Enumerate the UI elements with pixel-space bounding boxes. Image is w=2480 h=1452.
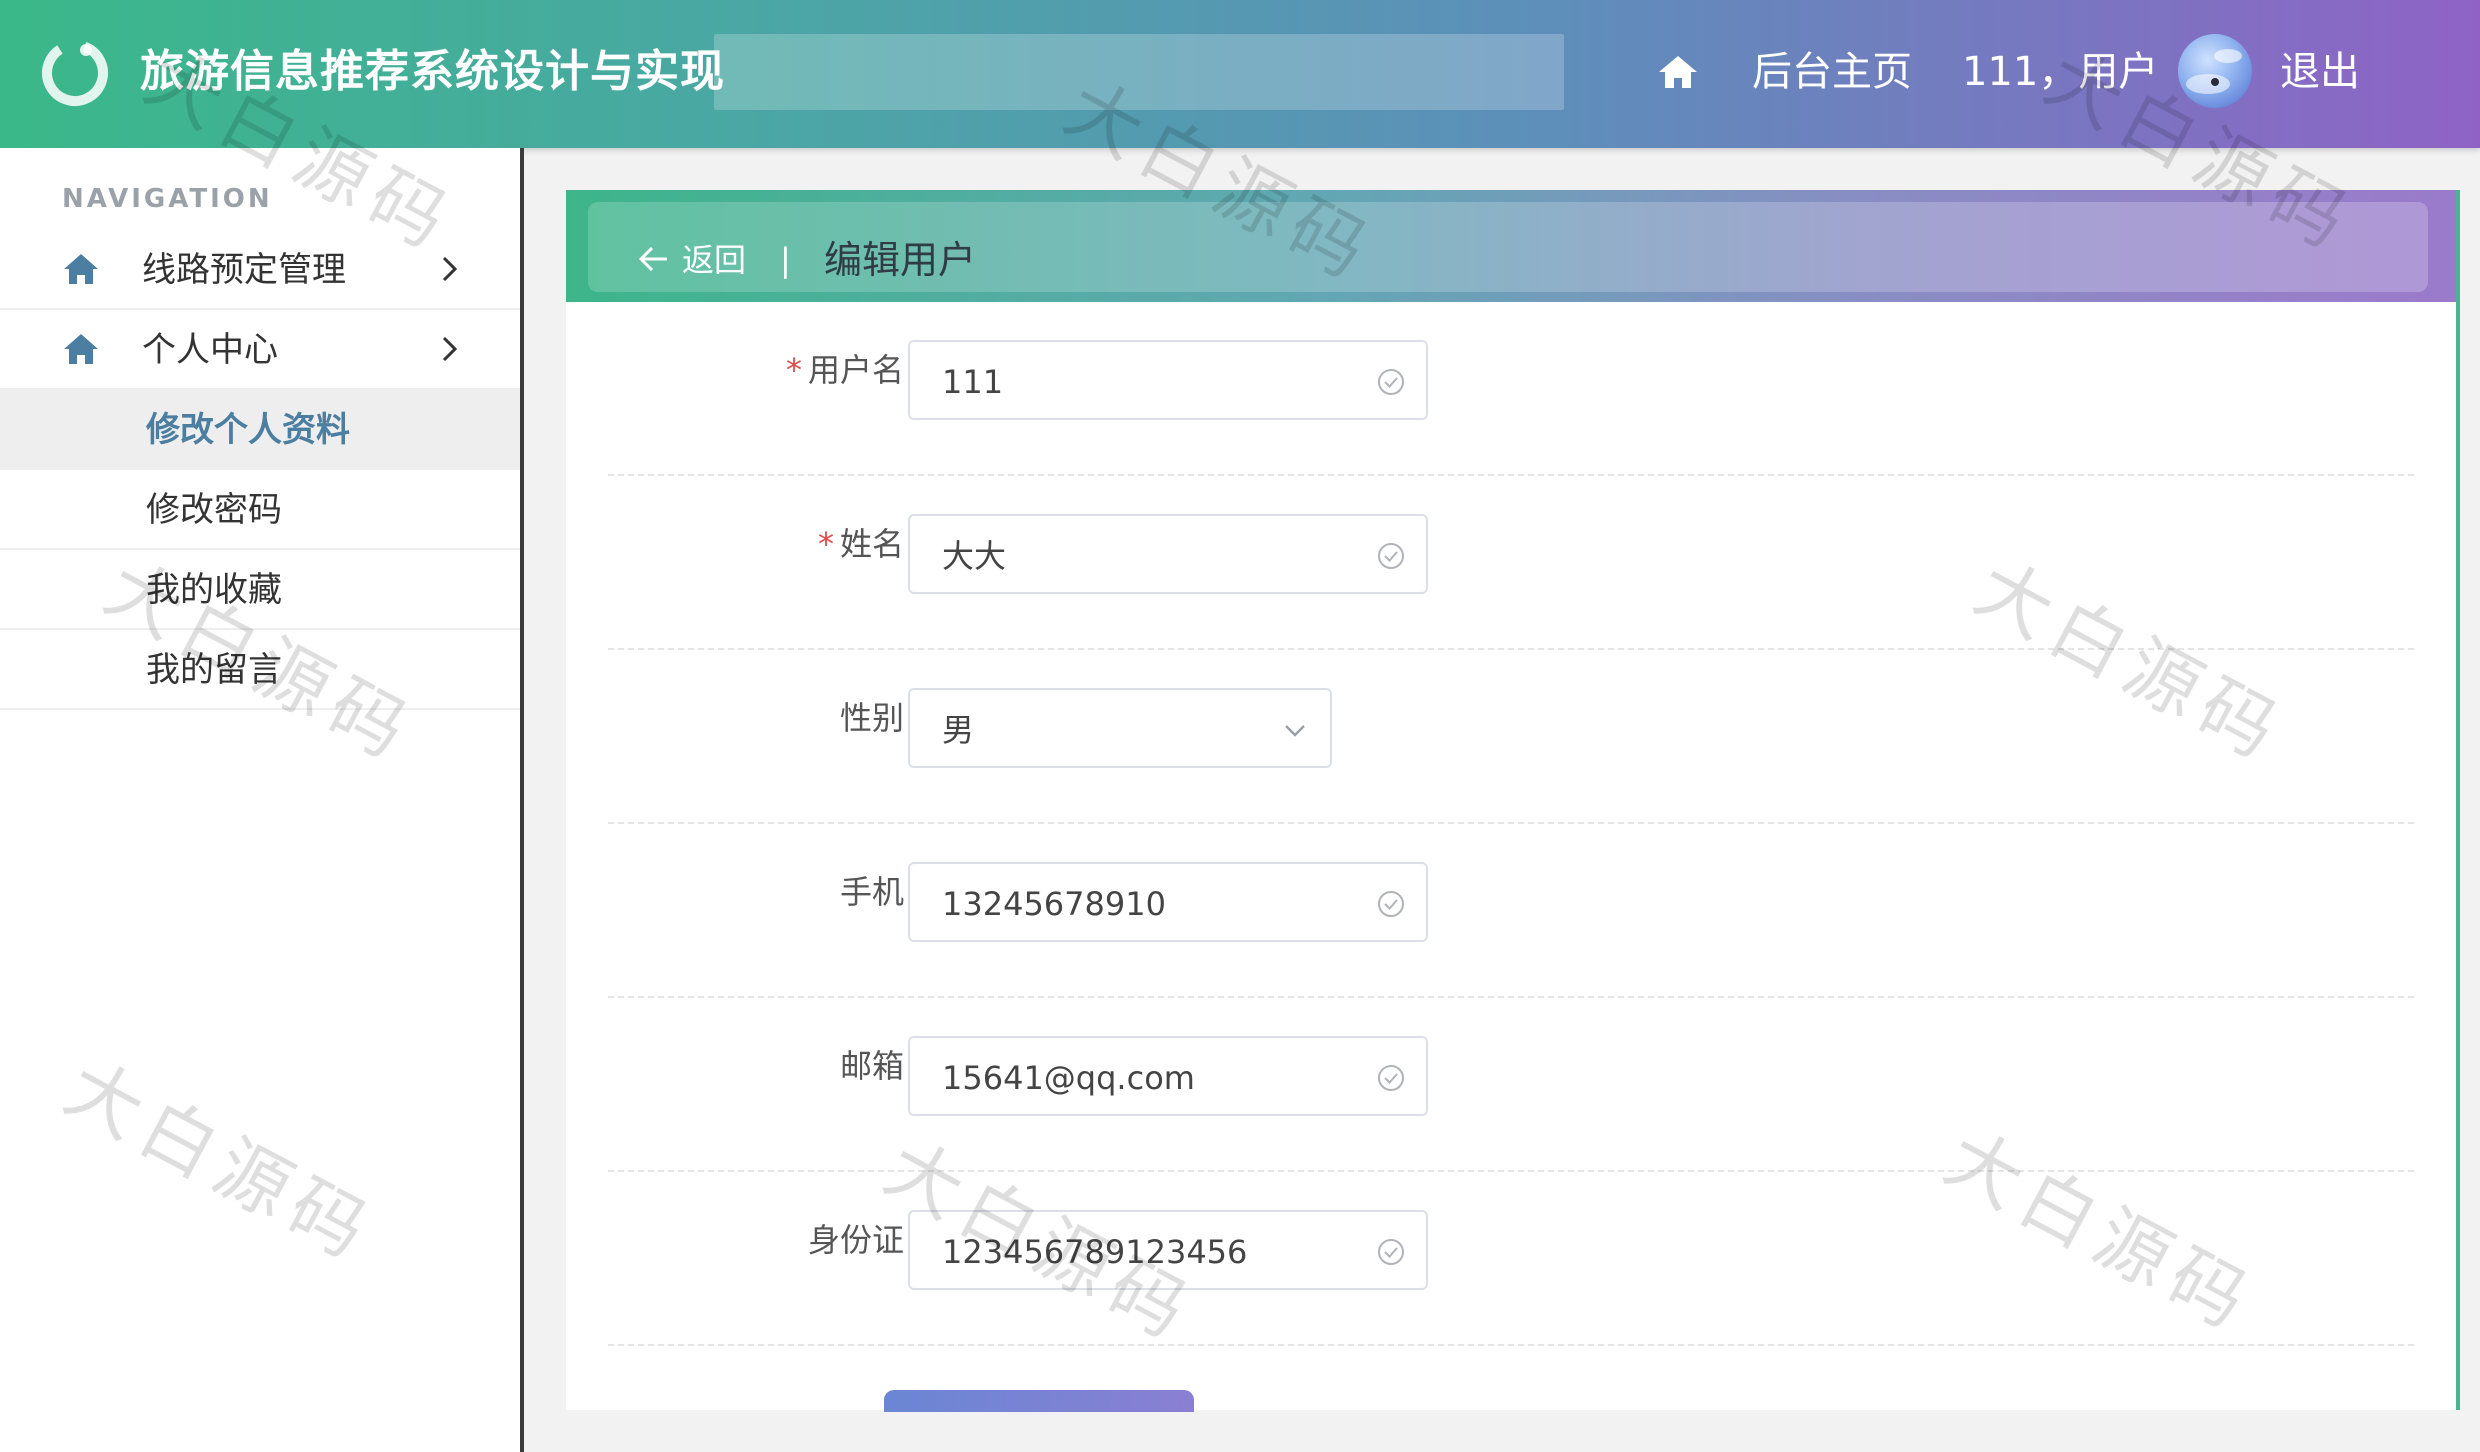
form-row-phone: 手机 13245678910	[608, 824, 2414, 998]
logout-button[interactable]: 退出	[2280, 40, 2360, 104]
form-row-gender: 性别 男	[608, 650, 2414, 824]
chevron-right-icon	[442, 256, 458, 282]
top-header: 旅游信息推荐系统设计与实现 后台主页 111，用户 退出	[0, 0, 2480, 148]
sidebar-subitem-my-messages[interactable]: 我的留言	[0, 630, 520, 710]
avatar-image	[2186, 49, 2242, 94]
sidebar-item-label: 个人中心	[142, 330, 278, 370]
form-row-id-card: 身份证 123456789123456	[608, 1172, 2414, 1346]
name-value: 大大	[942, 537, 1007, 575]
form-row-email: 邮箱 15641@qq.com	[608, 998, 2414, 1172]
gender-select[interactable]: 男	[908, 688, 1332, 768]
admin-home-link[interactable]: 后台主页	[1752, 40, 1912, 104]
card-header: 返回 | 编辑用户	[566, 190, 2456, 302]
sidebar-subitem-my-favorites[interactable]: 我的收藏	[0, 550, 520, 630]
phone-label: 手机	[839, 873, 904, 911]
phone-input[interactable]: 13245678910	[908, 862, 1428, 942]
breadcrumb: 返回 | 编辑用户	[588, 202, 2428, 292]
sidebar: NAVIGATION 线路预定管理 个人中心 修改个人资料 修改密码 我的收藏 …	[0, 148, 524, 1452]
home-icon[interactable]	[1656, 52, 1700, 92]
edit-user-card: 返回 | 编辑用户 * 用户名 111 * 姓名 大大 性别 男 手机 1324…	[566, 190, 2460, 1410]
gender-value: 男	[942, 711, 975, 749]
required-mark: *	[785, 351, 802, 389]
breadcrumb-divider: |	[780, 241, 791, 279]
check-circle-icon	[1378, 1239, 1404, 1265]
sidebar-subitem-edit-profile[interactable]: 修改个人资料	[0, 390, 520, 470]
gender-label: 性别	[839, 699, 904, 737]
email-value: 15641@qq.com	[942, 1059, 1195, 1097]
logo-icon	[42, 40, 108, 106]
name-input[interactable]: 大大	[908, 514, 1428, 594]
sidebar-subitem-change-password[interactable]: 修改密码	[0, 470, 520, 550]
username-input[interactable]: 111	[908, 340, 1428, 420]
sidebar-subitem-label: 修改密码	[146, 490, 282, 530]
form-row-username: * 用户名 111	[608, 302, 2414, 476]
check-circle-icon	[1378, 1065, 1404, 1091]
check-circle-icon	[1378, 891, 1404, 917]
name-label: * 姓名	[817, 525, 904, 563]
sidebar-subitem-label: 我的留言	[146, 650, 282, 690]
sidebar-item-label: 线路预定管理	[142, 250, 346, 290]
check-circle-icon	[1378, 369, 1404, 395]
chevron-down-icon	[1285, 725, 1305, 737]
back-label: 返回	[682, 241, 747, 279]
chevron-right-icon	[442, 336, 458, 362]
form-row-name: * 姓名 大大	[608, 476, 2414, 650]
header-search-bar[interactable]	[714, 34, 1564, 110]
id-card-input[interactable]: 123456789123456	[908, 1210, 1428, 1290]
sidebar-item-route-booking[interactable]: 线路预定管理	[0, 230, 520, 310]
sidebar-subitem-label: 修改个人资料	[146, 410, 350, 450]
sidebar-item-personal-center[interactable]: 个人中心	[0, 310, 520, 390]
home-icon	[64, 254, 98, 284]
username-value: 111	[942, 363, 1004, 401]
arrow-left-icon	[638, 246, 667, 272]
phone-value: 13245678910	[942, 885, 1166, 923]
page-title: 编辑用户	[824, 238, 977, 282]
email-input[interactable]: 15641@qq.com	[908, 1036, 1428, 1116]
avatar[interactable]	[2178, 34, 2252, 108]
navigation-heading: NAVIGATION	[62, 184, 273, 214]
check-circle-icon	[1378, 543, 1404, 569]
sidebar-subitem-label: 我的收藏	[146, 570, 282, 610]
username-label: * 用户名	[785, 351, 904, 389]
submit-button[interactable]	[884, 1390, 1194, 1412]
email-label: 邮箱	[839, 1047, 904, 1085]
current-user-label: 111，用户	[1962, 49, 2159, 95]
required-mark: *	[817, 525, 834, 563]
id-card-label: 身份证	[807, 1221, 904, 1259]
home-icon	[64, 334, 98, 364]
app-title: 旅游信息推荐系统设计与实现	[140, 46, 725, 97]
id-card-value: 123456789123456	[942, 1233, 1248, 1271]
